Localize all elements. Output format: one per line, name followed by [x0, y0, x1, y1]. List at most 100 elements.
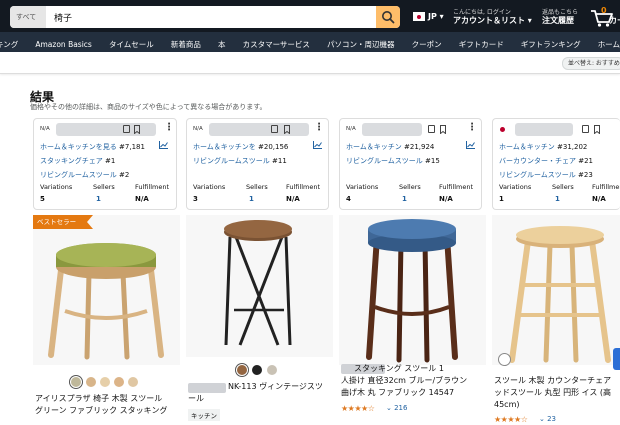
product-image[interactable]: [33, 215, 180, 365]
product-title[interactable]: スツール 木製 カウンターチェア ッドスツール 丸型 円形 イス (高 45cm…: [494, 375, 611, 411]
category-link[interactable]: ホーム＆キッチンを: [193, 143, 256, 151]
fulfillment-label: Fulfillment: [135, 183, 170, 191]
trend-chart-icon[interactable]: [159, 141, 168, 149]
product-info-card: ホーム＆キッチン #31,202 バーカウンター・チェア #21 リビングルーム…: [492, 118, 620, 210]
kebab-menu-icon[interactable]: ⋮: [314, 123, 324, 133]
review-count[interactable]: ⌄ 23: [539, 415, 556, 423]
rank-value: #21: [578, 157, 594, 165]
product-title[interactable]: スタッキング スツール 1 人掛け 直径32cm ブルー/ブラウン 曲げ木 丸 …: [341, 363, 467, 399]
color-swatch[interactable]: [237, 365, 247, 375]
account-lists-label: アカウント＆リスト: [453, 16, 525, 25]
rank-value: #23: [578, 171, 593, 179]
copy-icon[interactable]: [582, 125, 589, 133]
copy-icon[interactable]: [428, 125, 435, 133]
product-info-card: N/A ⋮ ホーム＆キッチンを見る #7,181 スタッキングチェア #1 リビ…: [33, 118, 177, 210]
kebab-menu-icon[interactable]: ⋮: [164, 123, 174, 133]
product-card[interactable]: スタッキング スツール 1 人掛け 直径32cm ブルー/ブラウン 曲げ木 丸 …: [339, 215, 486, 425]
visual-search-icon[interactable]: [498, 353, 511, 366]
fulfillment-label: Fulfillment: [439, 183, 474, 191]
nav-item[interactable]: キング: [0, 35, 18, 52]
rank-value: #2: [119, 171, 130, 179]
nav-item[interactable]: 新着商品: [171, 35, 201, 52]
na-label: N/A: [40, 126, 50, 132]
product-image[interactable]: [339, 215, 486, 365]
product-card[interactable]: ベストセラー アイリスプラザ 椅子 木製 スツール グリーン ファブリック スタ…: [33, 215, 180, 425]
stats-row: Variations Sellers Fulfillment 4 1 N/A: [346, 183, 486, 209]
bookmark-icon[interactable]: [440, 125, 446, 134]
product-title[interactable]: アイリスプラザ 椅子 木製 スツール グリーン ファブリック スタッキング: [35, 393, 167, 417]
japan-flag-icon[interactable]: [413, 12, 425, 21]
cart-label[interactable]: カート: [609, 15, 620, 26]
nav-item[interactable]: 本: [218, 35, 226, 52]
side-tab[interactable]: [613, 348, 620, 370]
category-link[interactable]: ホーム＆キッチン: [346, 143, 402, 151]
rank-value: #20,156: [258, 143, 289, 151]
sellers-label: Sellers: [246, 183, 268, 191]
nav-item[interactable]: カスタマーサービス: [243, 35, 310, 52]
copy-icon[interactable]: [271, 125, 278, 133]
nav-item[interactable]: タイムセール: [109, 35, 154, 52]
product-card[interactable]: NK-113 ヴィンテージスツ ール キッチン: [186, 215, 333, 425]
category-tag: キッチン: [188, 409, 220, 421]
product-card[interactable]: スツール 木製 カウンターチェア ッドスツール 丸型 円形 イス (高 45cm…: [492, 215, 620, 425]
orders-link[interactable]: 注文履歴: [542, 15, 574, 26]
review-count-value: 23: [547, 415, 557, 423]
sort-dropdown[interactable]: 並べ替え: おすすめ: [562, 57, 620, 70]
rank-value: #21,924: [404, 143, 435, 151]
sellers-value[interactable]: 1: [555, 195, 560, 203]
category-link[interactable]: スタッキングチェア: [40, 157, 103, 165]
nav-item[interactable]: Amazon Basics: [35, 35, 91, 52]
category-link[interactable]: リビングルームスツール: [499, 171, 576, 179]
color-swatch[interactable]: [252, 365, 262, 375]
bookmark-icon[interactable]: [284, 125, 290, 134]
product-image[interactable]: [186, 215, 333, 357]
rank-row: ホーム＆キッチンを #20,156: [193, 142, 288, 152]
account-lists-link[interactable]: アカウント＆リスト ▾: [453, 15, 532, 26]
trend-chart-icon[interactable]: [466, 141, 475, 149]
nav-bar: キング Amazon Basics タイムセール 新着商品 本 カスタマーサービ…: [0, 32, 620, 52]
category-link[interactable]: リビングルームスツール: [346, 157, 423, 165]
search-category-select[interactable]: すべて: [10, 6, 46, 28]
variations-value: 3: [193, 195, 198, 203]
nav-item[interactable]: クーポン: [412, 35, 442, 52]
search-input[interactable]: [50, 6, 380, 28]
kebab-menu-icon[interactable]: ⋮: [467, 123, 477, 133]
product-title-line: スタッキング スツール 1: [354, 364, 444, 373]
product-image[interactable]: [492, 215, 620, 365]
sellers-value[interactable]: 1: [402, 195, 407, 203]
trend-chart-icon[interactable]: [313, 141, 322, 149]
color-swatch[interactable]: [267, 365, 277, 375]
fulfillment-label: Fulfillment: [286, 183, 321, 191]
star-rating-icon[interactable]: ★★★★☆: [494, 415, 528, 424]
color-swatch[interactable]: [114, 377, 124, 387]
category-link[interactable]: ホーム＆キッチンを見る: [40, 143, 117, 151]
bookmark-icon[interactable]: [134, 125, 140, 134]
category-link[interactable]: リビングルームスツール: [40, 171, 117, 179]
search-button[interactable]: [376, 6, 400, 28]
cart-count: 0: [601, 6, 607, 15]
copy-icon[interactable]: [123, 125, 130, 133]
rank-value: #11: [272, 157, 287, 165]
category-link[interactable]: ホーム＆キッチン: [499, 143, 555, 151]
category-link[interactable]: バーカウンター・チェア: [499, 157, 576, 165]
variations-label: Variations: [193, 183, 226, 191]
color-swatch[interactable]: [71, 377, 81, 387]
star-rating-icon[interactable]: ★★★★☆: [341, 404, 375, 413]
color-swatch[interactable]: [128, 377, 138, 387]
nav-item[interactable]: パソコン・周辺機器: [327, 35, 395, 52]
rank-row: リビングルームスツール #15: [346, 156, 440, 166]
category-link[interactable]: リビングルームスツール: [193, 157, 270, 165]
color-swatch[interactable]: [100, 377, 110, 387]
bookmark-icon[interactable]: [594, 125, 600, 134]
sellers-value[interactable]: 1: [96, 195, 101, 203]
language-selector[interactable]: JP ▾: [428, 12, 444, 21]
product-title[interactable]: NK-113 ヴィンテージスツ ール: [188, 381, 323, 405]
sellers-label: Sellers: [93, 183, 115, 191]
color-swatch[interactable]: [86, 377, 96, 387]
nav-item[interactable]: ホーム&キッチン: [598, 35, 620, 52]
nav-item[interactable]: ギフトカード: [459, 35, 504, 52]
product-title-line: ール: [188, 394, 204, 403]
sellers-value[interactable]: 1: [249, 195, 254, 203]
nav-item[interactable]: ギフトランキング: [521, 35, 581, 52]
review-count[interactable]: ⌄ 216: [386, 404, 407, 412]
